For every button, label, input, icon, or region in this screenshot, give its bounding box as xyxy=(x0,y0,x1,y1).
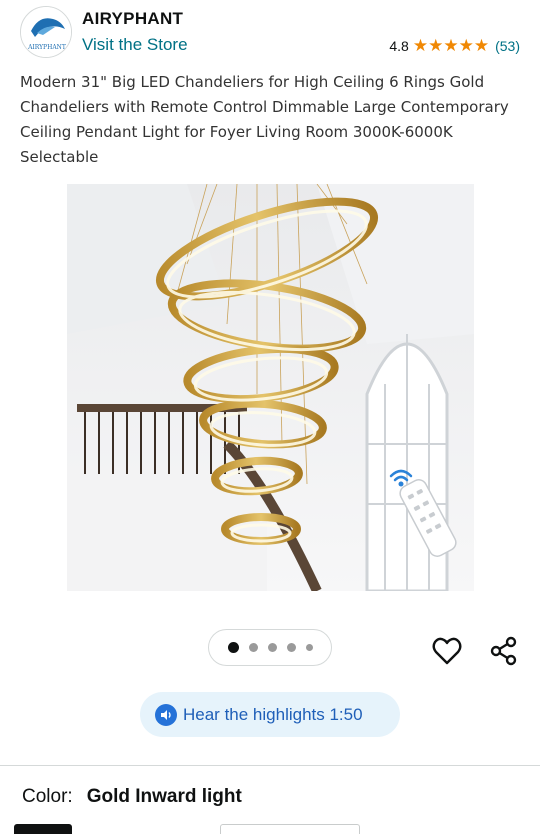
share-button[interactable] xyxy=(487,634,521,668)
color-swatch-selected[interactable] xyxy=(14,824,72,834)
selected-color-value: Gold Inward light xyxy=(86,786,242,807)
speaker-icon xyxy=(155,703,177,726)
store-name: AIRYPHANT xyxy=(82,9,184,28)
color-swatch[interactable] xyxy=(220,824,360,834)
star-icon: ★ xyxy=(473,36,490,55)
heart-icon xyxy=(432,637,462,665)
image-carousel-pager[interactable] xyxy=(208,629,332,666)
store-header: AIRYPHANT AIRYPHANT Visit the Store 4.8 … xyxy=(0,0,540,64)
star-icon: ★ xyxy=(458,36,474,55)
share-icon xyxy=(490,636,517,666)
color-selector: Color: Gold Inward light xyxy=(22,786,242,808)
rating-count[interactable]: (53) xyxy=(495,38,520,54)
star-icon: ★ xyxy=(412,36,429,55)
star-rating: ★ ★ ★ ★ ★ xyxy=(413,37,489,54)
star-icon: ★ xyxy=(428,36,444,55)
rating-summary[interactable]: 4.8 ★ ★ ★ ★ ★ (53) xyxy=(389,37,520,54)
carousel-dot[interactable] xyxy=(286,643,296,652)
store-logo[interactable]: AIRYPHANT xyxy=(20,6,72,58)
wishlist-button[interactable] xyxy=(430,634,464,668)
svg-text:AIRYPHANT: AIRYPHANT xyxy=(27,44,66,51)
carousel-dot[interactable] xyxy=(248,643,258,652)
carousel-dot[interactable] xyxy=(305,644,313,651)
product-title: Modern 31" Big LED Chandeliers for High … xyxy=(20,73,509,166)
carousel-dot[interactable] xyxy=(267,643,277,652)
hear-highlights-button[interactable]: Hear the highlights 1:50 xyxy=(140,692,400,737)
visit-store-link[interactable]: Visit the Store xyxy=(82,35,188,55)
rating-value: 4.8 xyxy=(389,37,409,54)
color-label: Color: xyxy=(22,786,73,807)
carousel-dot[interactable] xyxy=(227,642,239,653)
highlights-label: Hear the highlights 1:50 xyxy=(183,704,363,724)
chandelier-photo xyxy=(67,184,474,591)
product-image[interactable] xyxy=(67,184,474,591)
star-icon: ★ xyxy=(443,36,459,55)
section-divider xyxy=(0,765,540,766)
